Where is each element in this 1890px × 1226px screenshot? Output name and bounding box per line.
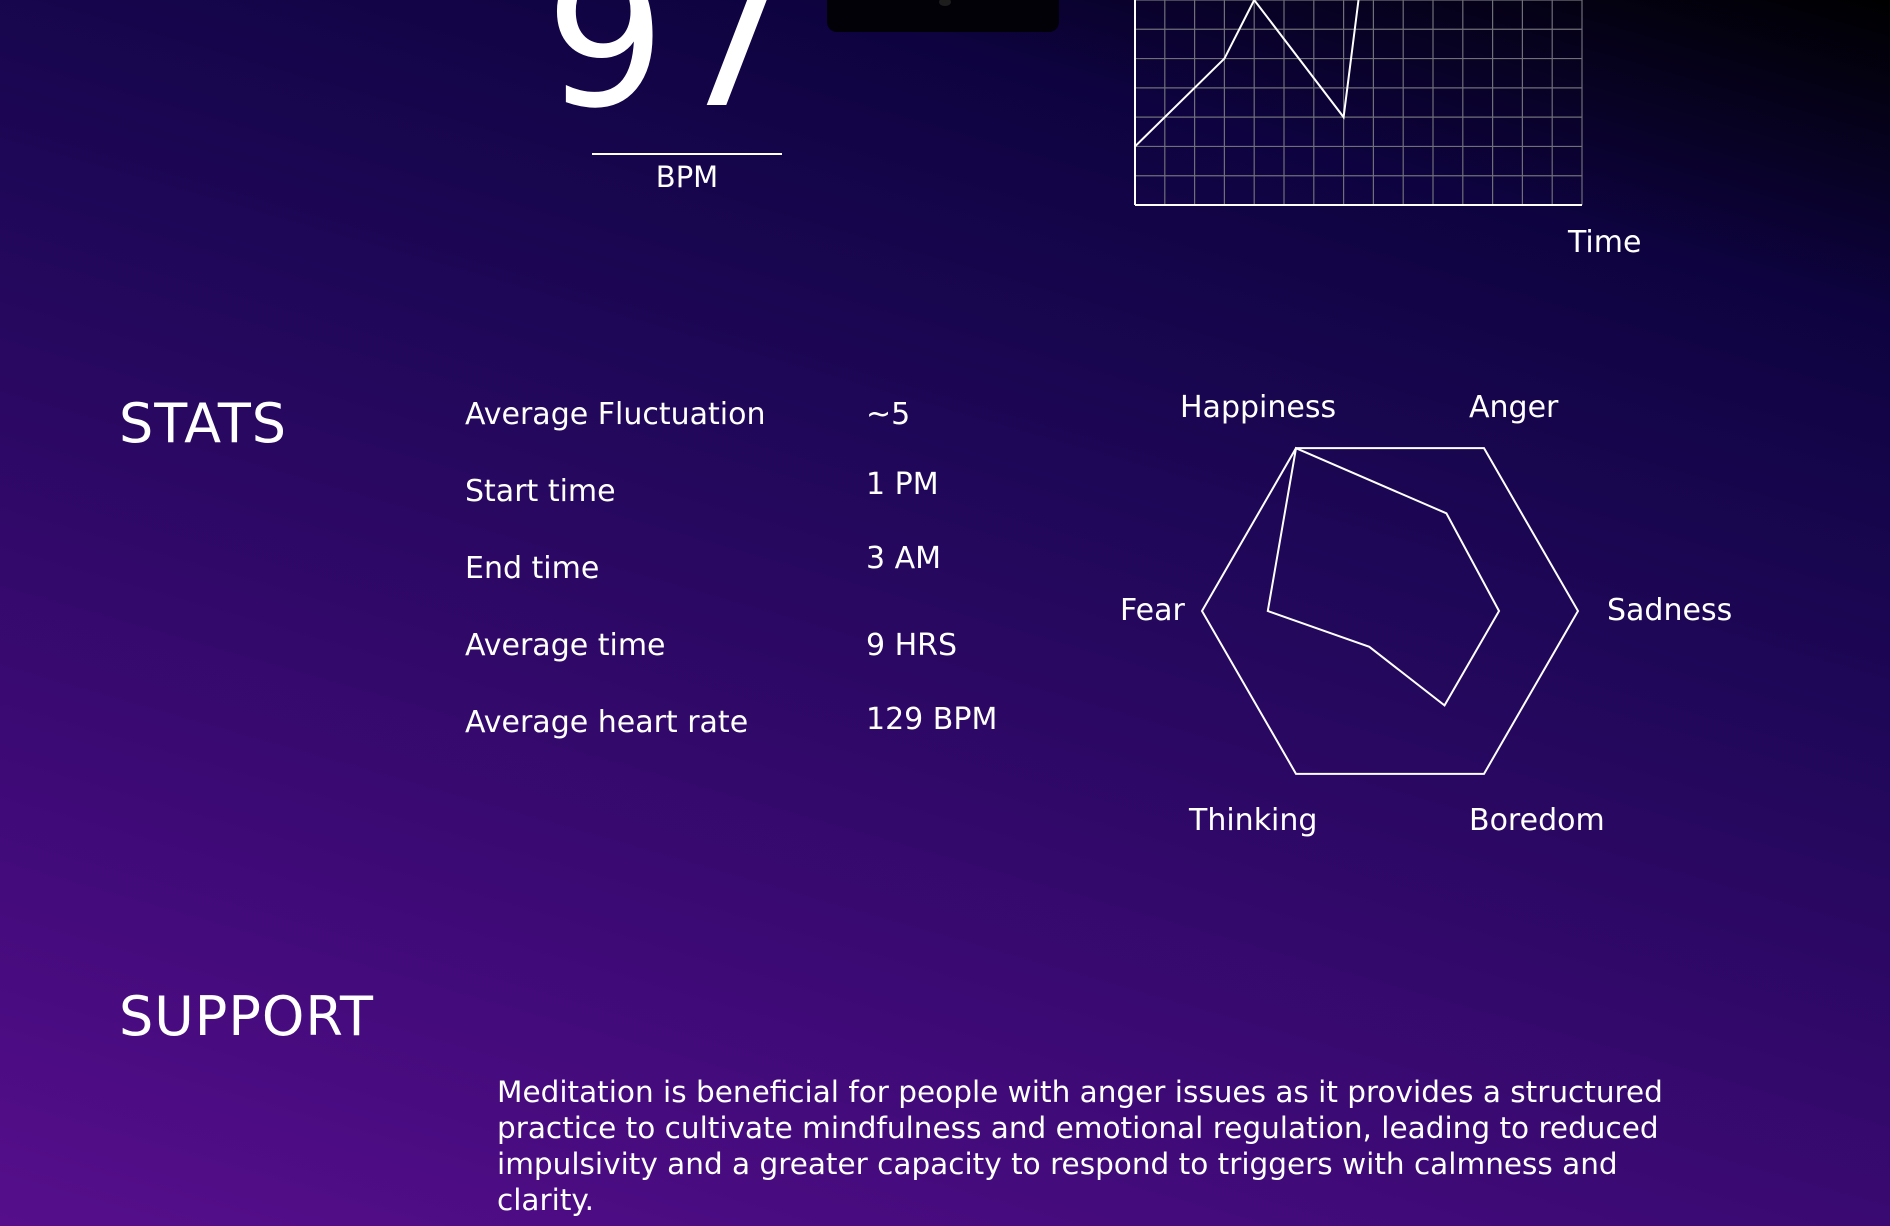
stat-value-average-fluctuation: ~5 <box>866 397 911 432</box>
radar-label-happiness: Happiness <box>1180 390 1337 425</box>
bpm-unit-label: BPM <box>655 160 719 194</box>
heart-rate-line-chart <box>1134 0 1583 206</box>
camera-card <box>827 0 1059 32</box>
radar-label-boredom: Boredom <box>1469 803 1605 838</box>
x-axis-label: Time <box>1568 225 1642 260</box>
radar-label-fear: Fear <box>1120 593 1185 628</box>
stat-value-average-heart-rate: 129 BPM <box>866 702 998 737</box>
stat-label-average-fluctuation: Average Fluctuation <box>465 397 766 432</box>
stat-label-end-time: End time <box>465 551 600 586</box>
stat-label-start-time: Start time <box>465 474 616 509</box>
stat-value-start-time: 1 PM <box>866 467 939 502</box>
support-title: SUPPORT <box>119 985 375 1048</box>
radar-label-thinking: Thinking <box>1189 803 1318 838</box>
bpm-value: 97 <box>545 0 799 150</box>
stat-label-average-time: Average time <box>465 628 666 663</box>
support-paragraph: Meditation is beneficial for people with… <box>497 1075 1663 1217</box>
stat-value-end-time: 3 AM <box>866 541 942 576</box>
heart-rate-series-line <box>1134 0 1360 148</box>
stat-label-average-heart-rate: Average heart rate <box>465 705 749 740</box>
stat-value-average-time: 9 HRS <box>866 628 958 663</box>
radar-label-anger: Anger <box>1469 390 1559 425</box>
emotion-radar-chart <box>1200 446 1580 775</box>
stats-title: STATS <box>119 392 288 455</box>
camera-dot-icon <box>939 0 951 6</box>
radar-outer-hexagon <box>1200 447 1580 775</box>
radar-data-polygon <box>1266 446 1501 707</box>
radar-label-sadness: Sadness <box>1607 593 1733 628</box>
bpm-divider <box>592 153 782 155</box>
